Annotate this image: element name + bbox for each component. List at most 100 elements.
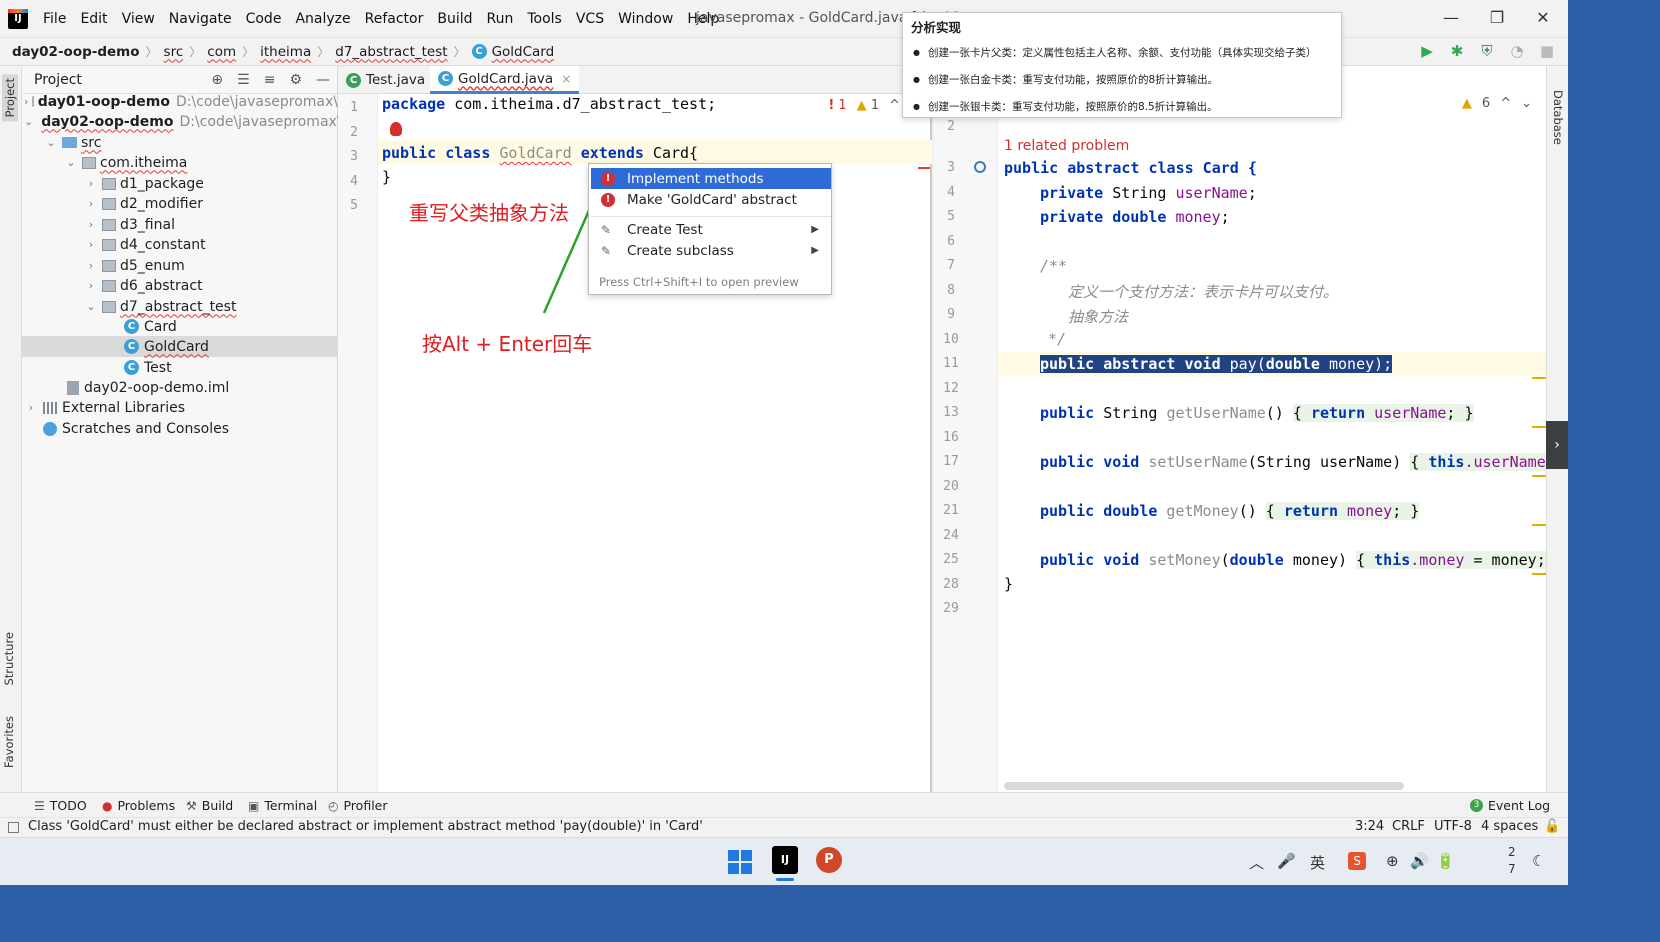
tree-item-goldcard[interactable]: C GoldCard [22, 336, 338, 357]
code-line-17[interactable]: public void setUserName(String userName)… [1040, 453, 1546, 471]
breadcrumb-project[interactable]: day02-oop-demo [12, 44, 140, 60]
battery-icon[interactable]: 🔋 [1436, 852, 1455, 870]
volume-icon[interactable]: 🔊 [1410, 852, 1429, 870]
event-log-tab[interactable]: 3 Event Log [1470, 798, 1550, 813]
code-line-13[interactable]: public String getUserName() { return use… [1040, 404, 1474, 422]
inspection-widget[interactable]: ! 1 ▲ 1 ^ [828, 98, 900, 113]
tree-item-day01[interactable]: › day01-oop-demo D:\code\javasepromax\ [22, 91, 338, 112]
tree-item-d2[interactable]: › d2_modifier [22, 193, 338, 214]
chevron-down-icon[interactable]: ⌄ [84, 300, 98, 313]
error-bulb-icon[interactable] [390, 122, 402, 136]
warning-stripe-mark[interactable] [1532, 377, 1546, 379]
warning-stripe-mark[interactable] [1532, 475, 1546, 477]
code-line-5[interactable]: private double money; [1040, 208, 1230, 226]
hide-icon[interactable]: — [316, 72, 330, 88]
chevron-up-icon[interactable]: ^ [1500, 96, 1511, 111]
breadcrumb-package[interactable]: d7_abstract_test [335, 44, 447, 60]
problems-tab[interactable]: ● Problems [102, 798, 175, 813]
implemented-by-icon[interactable] [974, 161, 986, 173]
tree-item-d1[interactable]: › d1_package [22, 173, 338, 194]
profile-icon[interactable]: ◔ [1508, 42, 1526, 60]
tree-item-day02[interactable]: ⌄ day02-oop-demo D:\code\javasepromax\ [22, 111, 342, 132]
warning-stripe-mark[interactable] [1532, 573, 1546, 575]
file-encoding[interactable]: UTF-8 [1434, 819, 1472, 834]
build-tab[interactable]: ⚒ Build [186, 798, 233, 813]
code-line-25[interactable]: public void setMoney(double money) { thi… [1040, 551, 1546, 569]
chevron-right-icon[interactable]: › [84, 238, 98, 251]
tray-overflow-icon[interactable]: ︿ [1249, 852, 1264, 873]
tree-item-d3[interactable]: › d3_final [22, 214, 338, 235]
profiler-tab[interactable]: ◴ Profiler [328, 798, 388, 813]
create-subclass-item[interactable]: ✎ Create subclass ▶ [591, 240, 831, 261]
intellij-taskbar-icon[interactable]: IJ [772, 846, 798, 874]
code-line-8[interactable]: 定义一个支付方法：表示卡片可以支付。 [1068, 281, 1338, 302]
create-test-item[interactable]: ✎ Create Test ▶ [591, 219, 831, 240]
menu-run[interactable]: Run [480, 9, 521, 29]
code-line-7[interactable]: /** [1040, 257, 1067, 275]
warning-stripe-mark[interactable] [1532, 426, 1546, 428]
minimize-button[interactable]: — [1428, 8, 1474, 30]
menu-navigate[interactable]: Navigate [162, 9, 239, 29]
implement-methods-item[interactable]: ! Implement methods [591, 168, 831, 189]
coverage-icon[interactable]: ⛨ [1478, 42, 1496, 60]
related-problem-hint[interactable]: 1 related problem [1004, 138, 1129, 154]
menu-code[interactable]: Code [239, 9, 289, 29]
gear-icon[interactable]: ⚙ [289, 72, 302, 88]
todo-tab[interactable]: ☰ TODO [34, 798, 87, 813]
chevron-right-icon[interactable]: › [84, 177, 98, 190]
maximize-button[interactable]: ❐ [1474, 8, 1520, 30]
menu-vcs[interactable]: VCS [569, 9, 611, 29]
chevron-right-icon[interactable]: › [84, 197, 98, 210]
breadcrumb-src[interactable]: src [164, 44, 184, 60]
debug-icon[interactable]: ✱ [1448, 42, 1466, 60]
expand-all-icon[interactable]: ☰ [237, 72, 250, 88]
code-line-4[interactable]: private String userName; [1040, 184, 1257, 202]
menu-tools[interactable]: Tools [520, 9, 569, 29]
moon-icon[interactable]: ☾ [1532, 852, 1545, 870]
chevron-right-icon[interactable]: › [84, 218, 98, 231]
tree-item-src[interactable]: ⌄ src [22, 132, 338, 153]
project-tool-tab[interactable]: Project [2, 74, 18, 122]
tree-item-card[interactable]: C Card [22, 316, 338, 337]
database-tool-tab[interactable]: Database [1551, 90, 1565, 145]
make-abstract-item[interactable]: ! Make 'GoldCard' abstract [591, 189, 831, 210]
close-button[interactable]: ✕ [1520, 8, 1566, 30]
code-line-1[interactable]: package com.itheima.d7_abstract_test; [382, 95, 716, 113]
lock-icon[interactable]: 🔓 [1544, 819, 1560, 834]
terminal-tab[interactable]: ▣ Terminal [248, 798, 317, 813]
menu-window[interactable]: Window [611, 9, 680, 29]
chevron-down-icon[interactable]: ⌄ [24, 115, 33, 128]
sogou-icon[interactable]: S [1348, 852, 1366, 870]
breadcrumb-current[interactable]: GoldCard [492, 44, 555, 60]
chevron-down-icon[interactable]: ⌄ [1521, 96, 1532, 111]
menu-refactor[interactable]: Refactor [358, 9, 431, 29]
tree-item-d7[interactable]: ⌄ d7_abstract_test [22, 296, 338, 317]
inspection-widget[interactable]: ▲ 6 ^ ⌄ [1462, 96, 1532, 111]
windows-start-icon[interactable] [728, 850, 752, 874]
tree-item-d4[interactable]: › d4_constant [22, 234, 338, 255]
code-line-4[interactable]: } [382, 168, 391, 186]
tree-item-scratches[interactable]: Scratches and Consoles [22, 418, 338, 439]
microphone-icon[interactable]: 🎤 [1277, 852, 1296, 870]
structure-tool-tab[interactable]: Structure [2, 632, 16, 686]
expand-panel-button[interactable]: › [1546, 421, 1568, 469]
clock[interactable]: 27 [1508, 844, 1516, 878]
code-line-21[interactable]: public double getMoney() { return money;… [1040, 502, 1420, 520]
locate-icon[interactable]: ⊕ [211, 72, 223, 88]
close-tab-icon[interactable]: × [561, 72, 571, 86]
tree-item-iml[interactable]: day02-oop-demo.iml [22, 377, 338, 398]
warning-stripe-mark[interactable] [1532, 524, 1546, 526]
collapse-all-icon[interactable]: ≡ [264, 72, 276, 88]
code-line-3[interactable]: public abstract class Card { [1004, 159, 1257, 177]
network-icon[interactable]: ⊕ [1386, 852, 1399, 870]
tree-item-d6[interactable]: › d6_abstract [22, 275, 338, 296]
run-icon[interactable]: ▶ [1418, 42, 1436, 60]
breadcrumb-itheima[interactable]: itheima [260, 44, 311, 60]
chevron-right-icon[interactable]: › [24, 401, 38, 414]
powerpoint-taskbar-icon[interactable]: P [816, 847, 842, 873]
code-line-9[interactable]: 抽象方法 [1068, 306, 1128, 327]
chevron-down-icon[interactable]: ⌄ [44, 136, 58, 149]
favorites-tool-tab[interactable]: Favorites [2, 716, 16, 768]
chevron-down-icon[interactable]: ⌄ [64, 156, 78, 169]
tree-item-external-libraries[interactable]: › External Libraries [22, 397, 338, 418]
